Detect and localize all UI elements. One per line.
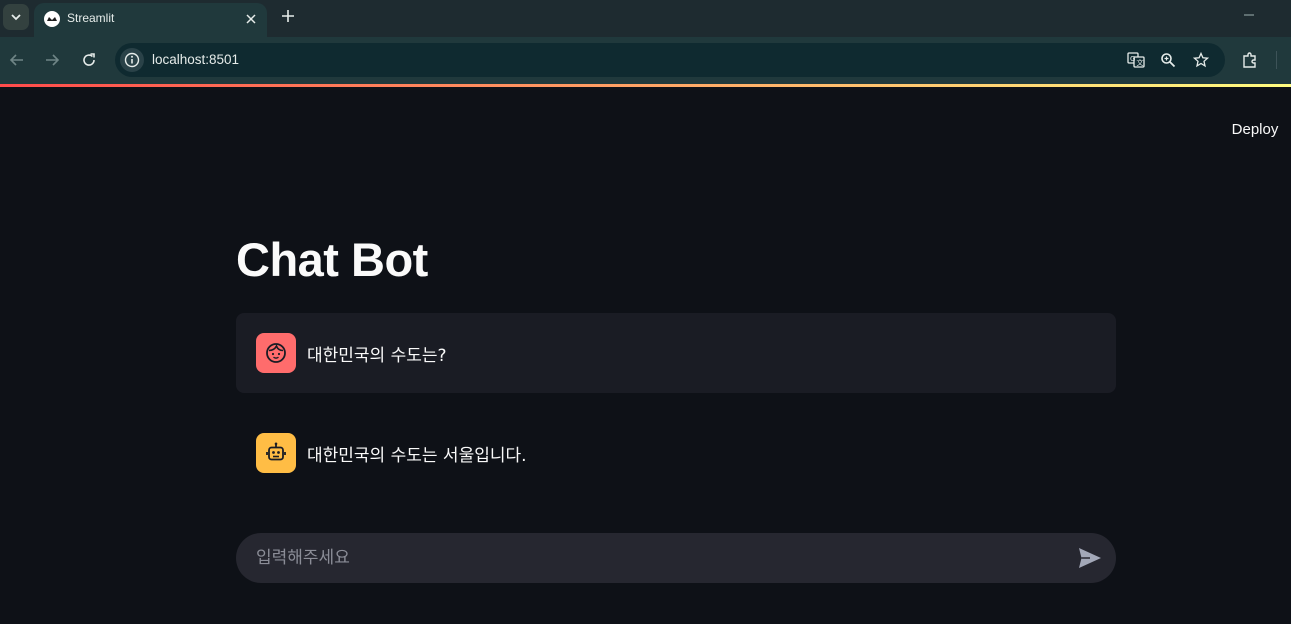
back-arrow-icon[interactable] [7,50,27,70]
svg-text:文: 文 [1137,58,1144,67]
user-face-icon [266,343,286,363]
svg-text:G: G [1130,55,1135,63]
robot-icon [266,442,286,461]
assistant-avatar [256,433,296,473]
browser-tab-strip: Streamlit [0,0,1291,37]
chat-message-assistant: 대한민국의 수도는 서울입니다. [236,413,1116,493]
zoom-icon[interactable] [1158,50,1178,70]
user-avatar [256,333,296,373]
reload-icon[interactable] [79,50,99,70]
send-icon [1079,548,1101,568]
browser-tab[interactable]: Streamlit [34,3,267,37]
send-button[interactable] [1077,546,1103,570]
chat-input-container [236,533,1116,583]
forward-arrow-icon[interactable] [42,50,62,70]
site-info-icon[interactable] [120,48,144,72]
browser-toolbar: localhost:8501 G 文 [0,37,1291,84]
message-text: 대한민국의 수도는? [307,346,447,366]
url-text[interactable]: localhost:8501 [152,52,239,67]
extensions-puzzle-icon[interactable] [1240,50,1260,70]
chevron-down-icon [11,14,21,21]
chat-message-user: 대한민국의 수도는? [236,313,1116,393]
toolbar-divider [1276,51,1277,69]
tab-title: Streamlit [67,11,115,25]
chat-input-field[interactable] [256,533,1056,583]
close-tab-icon[interactable] [243,11,259,27]
message-text: 대한민국의 수도는 서울입니다. [307,446,527,466]
tab-search-button[interactable] [3,4,29,30]
address-bar[interactable]: localhost:8501 G 文 [115,43,1225,77]
header-decoration-bar [0,84,1291,87]
streamlit-favicon-icon [44,11,60,27]
deploy-button[interactable]: Deploy [1222,119,1288,141]
new-tab-icon[interactable] [278,6,298,26]
translate-icon[interactable]: G 文 [1126,50,1146,70]
bookmark-star-icon[interactable] [1191,50,1211,70]
page-title: Chat Bot [236,233,428,286]
minimize-window-icon[interactable] [1242,8,1256,22]
